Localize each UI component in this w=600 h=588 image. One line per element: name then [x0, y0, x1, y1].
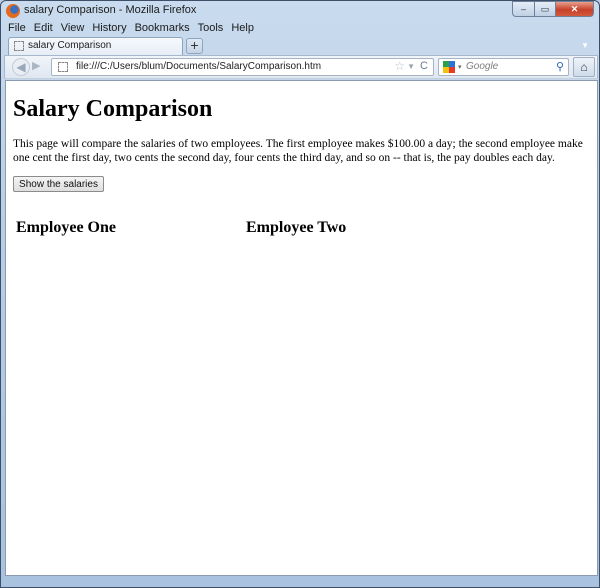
history-dropdown-icon[interactable]: ▼ [407, 62, 415, 71]
maximize-button[interactable]: ▭ [534, 1, 556, 17]
minimize-button[interactable]: – [512, 1, 534, 17]
page-content: Salary Comparison This page will compare… [5, 80, 598, 576]
search-icon[interactable]: ⚲ [556, 60, 564, 73]
close-button[interactable]: ✕ [556, 1, 594, 17]
browser-window: salary Comparison - Mozilla Firefox – ▭ … [0, 0, 600, 588]
tab-strip: salary Comparison + ▼ [1, 37, 599, 55]
search-bar[interactable]: ▾ Google ⚲ [438, 58, 569, 76]
window-title: salary Comparison - Mozilla Firefox [24, 4, 197, 16]
bookmark-star-icon[interactable]: ☆ [394, 59, 405, 73]
menu-edit[interactable]: Edit [30, 21, 57, 36]
new-tab-button[interactable]: + [186, 38, 203, 54]
url-input[interactable]: file:///C:/Users/blum/Documents/SalaryCo… [76, 61, 321, 72]
tab-salary-comparison[interactable]: salary Comparison [8, 37, 183, 55]
site-identity-icon[interactable] [58, 62, 68, 72]
employee-two-heading: Employee Two [246, 219, 347, 236]
google-engine-icon[interactable] [443, 61, 455, 73]
search-input[interactable]: Google [466, 61, 498, 72]
navigation-toolbar: ◀ ▶ file:///C:/Users/blum/Documents/Sala… [4, 55, 598, 79]
tab-label: salary Comparison [28, 40, 112, 51]
menu-view[interactable]: View [57, 21, 89, 36]
page-title: Salary Comparison [13, 96, 213, 122]
window-controls: – ▭ ✕ [512, 1, 594, 19]
menu-history[interactable]: History [88, 21, 130, 36]
list-all-tabs-icon[interactable]: ▼ [581, 41, 589, 50]
show-salaries-button[interactable]: Show the salaries [13, 176, 104, 192]
back-button[interactable]: ◀ [12, 58, 30, 76]
home-button[interactable]: ⌂ [573, 57, 595, 77]
menu-file[interactable]: File [4, 21, 30, 36]
menu-bar: File Edit View History Bookmarks Tools H… [4, 21, 258, 36]
menu-tools[interactable]: Tools [194, 21, 228, 36]
page-favicon-icon [14, 41, 24, 51]
url-bar[interactable]: file:///C:/Users/blum/Documents/SalaryCo… [51, 58, 434, 76]
forward-button[interactable]: ▶ [32, 59, 40, 72]
engine-dropdown-icon[interactable]: ▾ [458, 63, 462, 71]
menu-bookmarks[interactable]: Bookmarks [131, 21, 194, 36]
reload-icon[interactable]: C [420, 60, 428, 72]
employee-one-heading: Employee One [16, 219, 116, 236]
menu-help[interactable]: Help [227, 21, 258, 36]
page-description: This page will compare the salaries of t… [13, 138, 583, 164]
firefox-logo-icon [6, 4, 20, 18]
title-bar: salary Comparison - Mozilla Firefox – ▭ … [1, 1, 599, 21]
